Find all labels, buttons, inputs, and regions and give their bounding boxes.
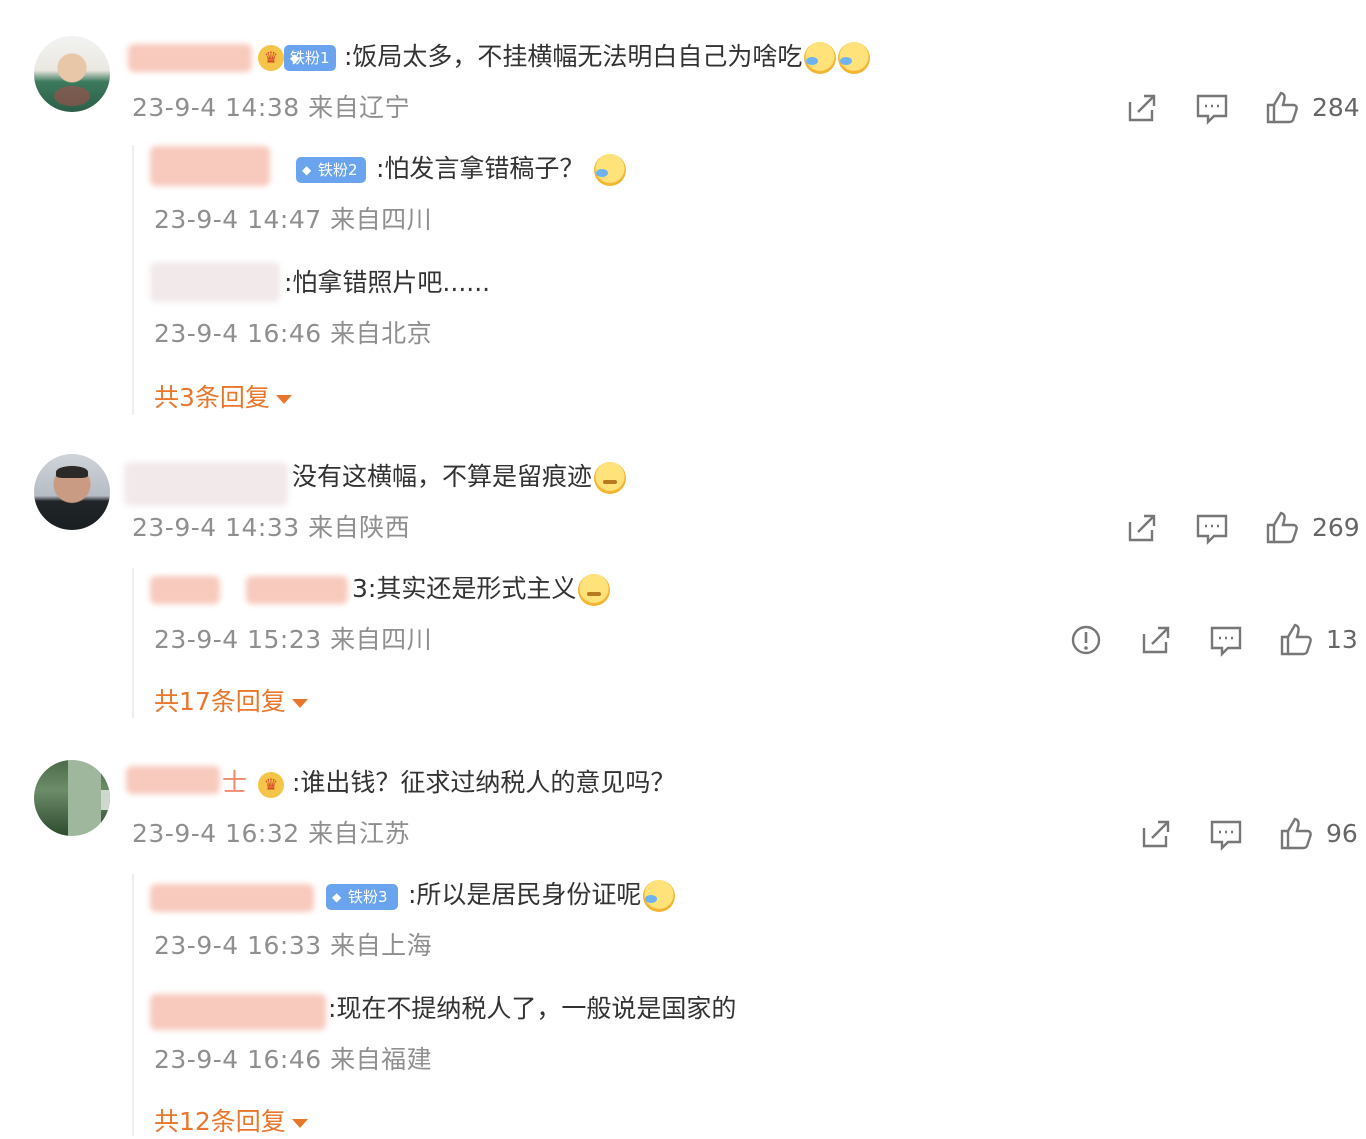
reply-meta: 23-9-4 15:23 来自四川 [154, 625, 433, 654]
reply-meta: 23-9-4 14:47 来自四川 [154, 205, 433, 234]
thinking-emoji-icon [594, 462, 627, 494]
comment-icon[interactable] [1206, 620, 1246, 660]
reply-text: :怕发言拿错稿子？ [376, 152, 627, 186]
reply-meta: 23-9-4 16:33 来自上海 [154, 931, 433, 960]
like-count: 284 [1312, 93, 1360, 122]
comment-meta: 23-9-4 16:32 来自江苏 [132, 819, 411, 848]
share-icon[interactable] [1122, 508, 1162, 548]
username-blurred[interactable] [126, 766, 220, 794]
username-blurred[interactable] [150, 576, 220, 604]
crown-icon: ♛ [258, 45, 284, 71]
report-icon[interactable] [1066, 620, 1106, 660]
username-blurred[interactable] [246, 576, 348, 604]
reply-thread-line [132, 874, 134, 1136]
fan-badge: 铁粉2 [296, 157, 366, 183]
username-blurred[interactable] [128, 44, 252, 72]
reply-text: :现在不提纳税人了，一般说是国家的 [328, 994, 737, 1023]
reply-meta: 23-9-4 16:46 来自北京 [154, 319, 433, 348]
caret-down-icon [291, 698, 308, 708]
comment-text: :饭局太多，不挂横幅无法明白自己为啥吃 [344, 40, 871, 74]
laugh-emoji-icon [838, 42, 871, 74]
like-count: 13 [1326, 625, 1358, 654]
username-blurred[interactable] [150, 884, 314, 912]
username-blurred[interactable] [150, 146, 270, 186]
share-icon[interactable] [1136, 620, 1176, 660]
like-count: 96 [1326, 819, 1358, 848]
view-more-replies-link[interactable]: 共12条回复 [154, 1105, 308, 1139]
view-more-replies-link[interactable]: 共17条回复 [154, 685, 308, 719]
share-icon[interactable] [1136, 814, 1176, 854]
laugh-emoji-icon [594, 154, 627, 186]
comment-icon[interactable] [1192, 88, 1232, 128]
comment-text: :谁出钱？征求过纳税人的意见吗？ [292, 768, 676, 797]
caret-down-icon [275, 394, 292, 404]
reply-text: :所以是居民身份证呢 [408, 878, 676, 912]
reply-thread-line [132, 568, 134, 718]
view-more-replies-link[interactable]: 共3条回复 [154, 381, 292, 415]
like-count: 269 [1312, 513, 1360, 542]
laugh-emoji-icon [643, 880, 676, 912]
username-blurred[interactable] [150, 262, 280, 302]
comment-meta: 23-9-4 14:33 来自陕西 [132, 513, 411, 542]
avatar[interactable] [34, 454, 110, 530]
crown-icon: ♛ [258, 772, 284, 798]
comment-icon[interactable] [1192, 508, 1232, 548]
caret-down-icon [291, 1118, 308, 1128]
comment-meta: 23-9-4 14:38 来自辽宁 [132, 93, 411, 122]
like-icon[interactable] [1262, 508, 1302, 548]
fan-badge: 铁粉1 [284, 45, 336, 71]
comment-icon[interactable] [1206, 814, 1246, 854]
reply-text: 3:其实还是形式主义 [352, 572, 611, 606]
username-blurred[interactable] [124, 462, 288, 506]
fan-badge: 铁粉3 [326, 884, 398, 910]
like-icon[interactable] [1262, 88, 1302, 128]
thinking-emoji-icon [578, 574, 611, 606]
username-blurred[interactable] [150, 994, 326, 1030]
laugh-emoji-icon [804, 42, 837, 74]
avatar[interactable] [34, 760, 110, 836]
username-tail[interactable]: 士 [222, 766, 247, 800]
reply-thread-line [132, 145, 134, 415]
like-icon[interactable] [1276, 814, 1316, 854]
reply-meta: 23-9-4 16:46 来自福建 [154, 1045, 433, 1074]
like-icon[interactable] [1276, 620, 1316, 660]
reply-text: :怕拿错照片吧...... [284, 268, 491, 297]
comment-text: 没有这横幅，不算是留痕迹 [292, 460, 627, 494]
avatar[interactable] [34, 36, 110, 112]
share-icon[interactable] [1122, 88, 1162, 128]
